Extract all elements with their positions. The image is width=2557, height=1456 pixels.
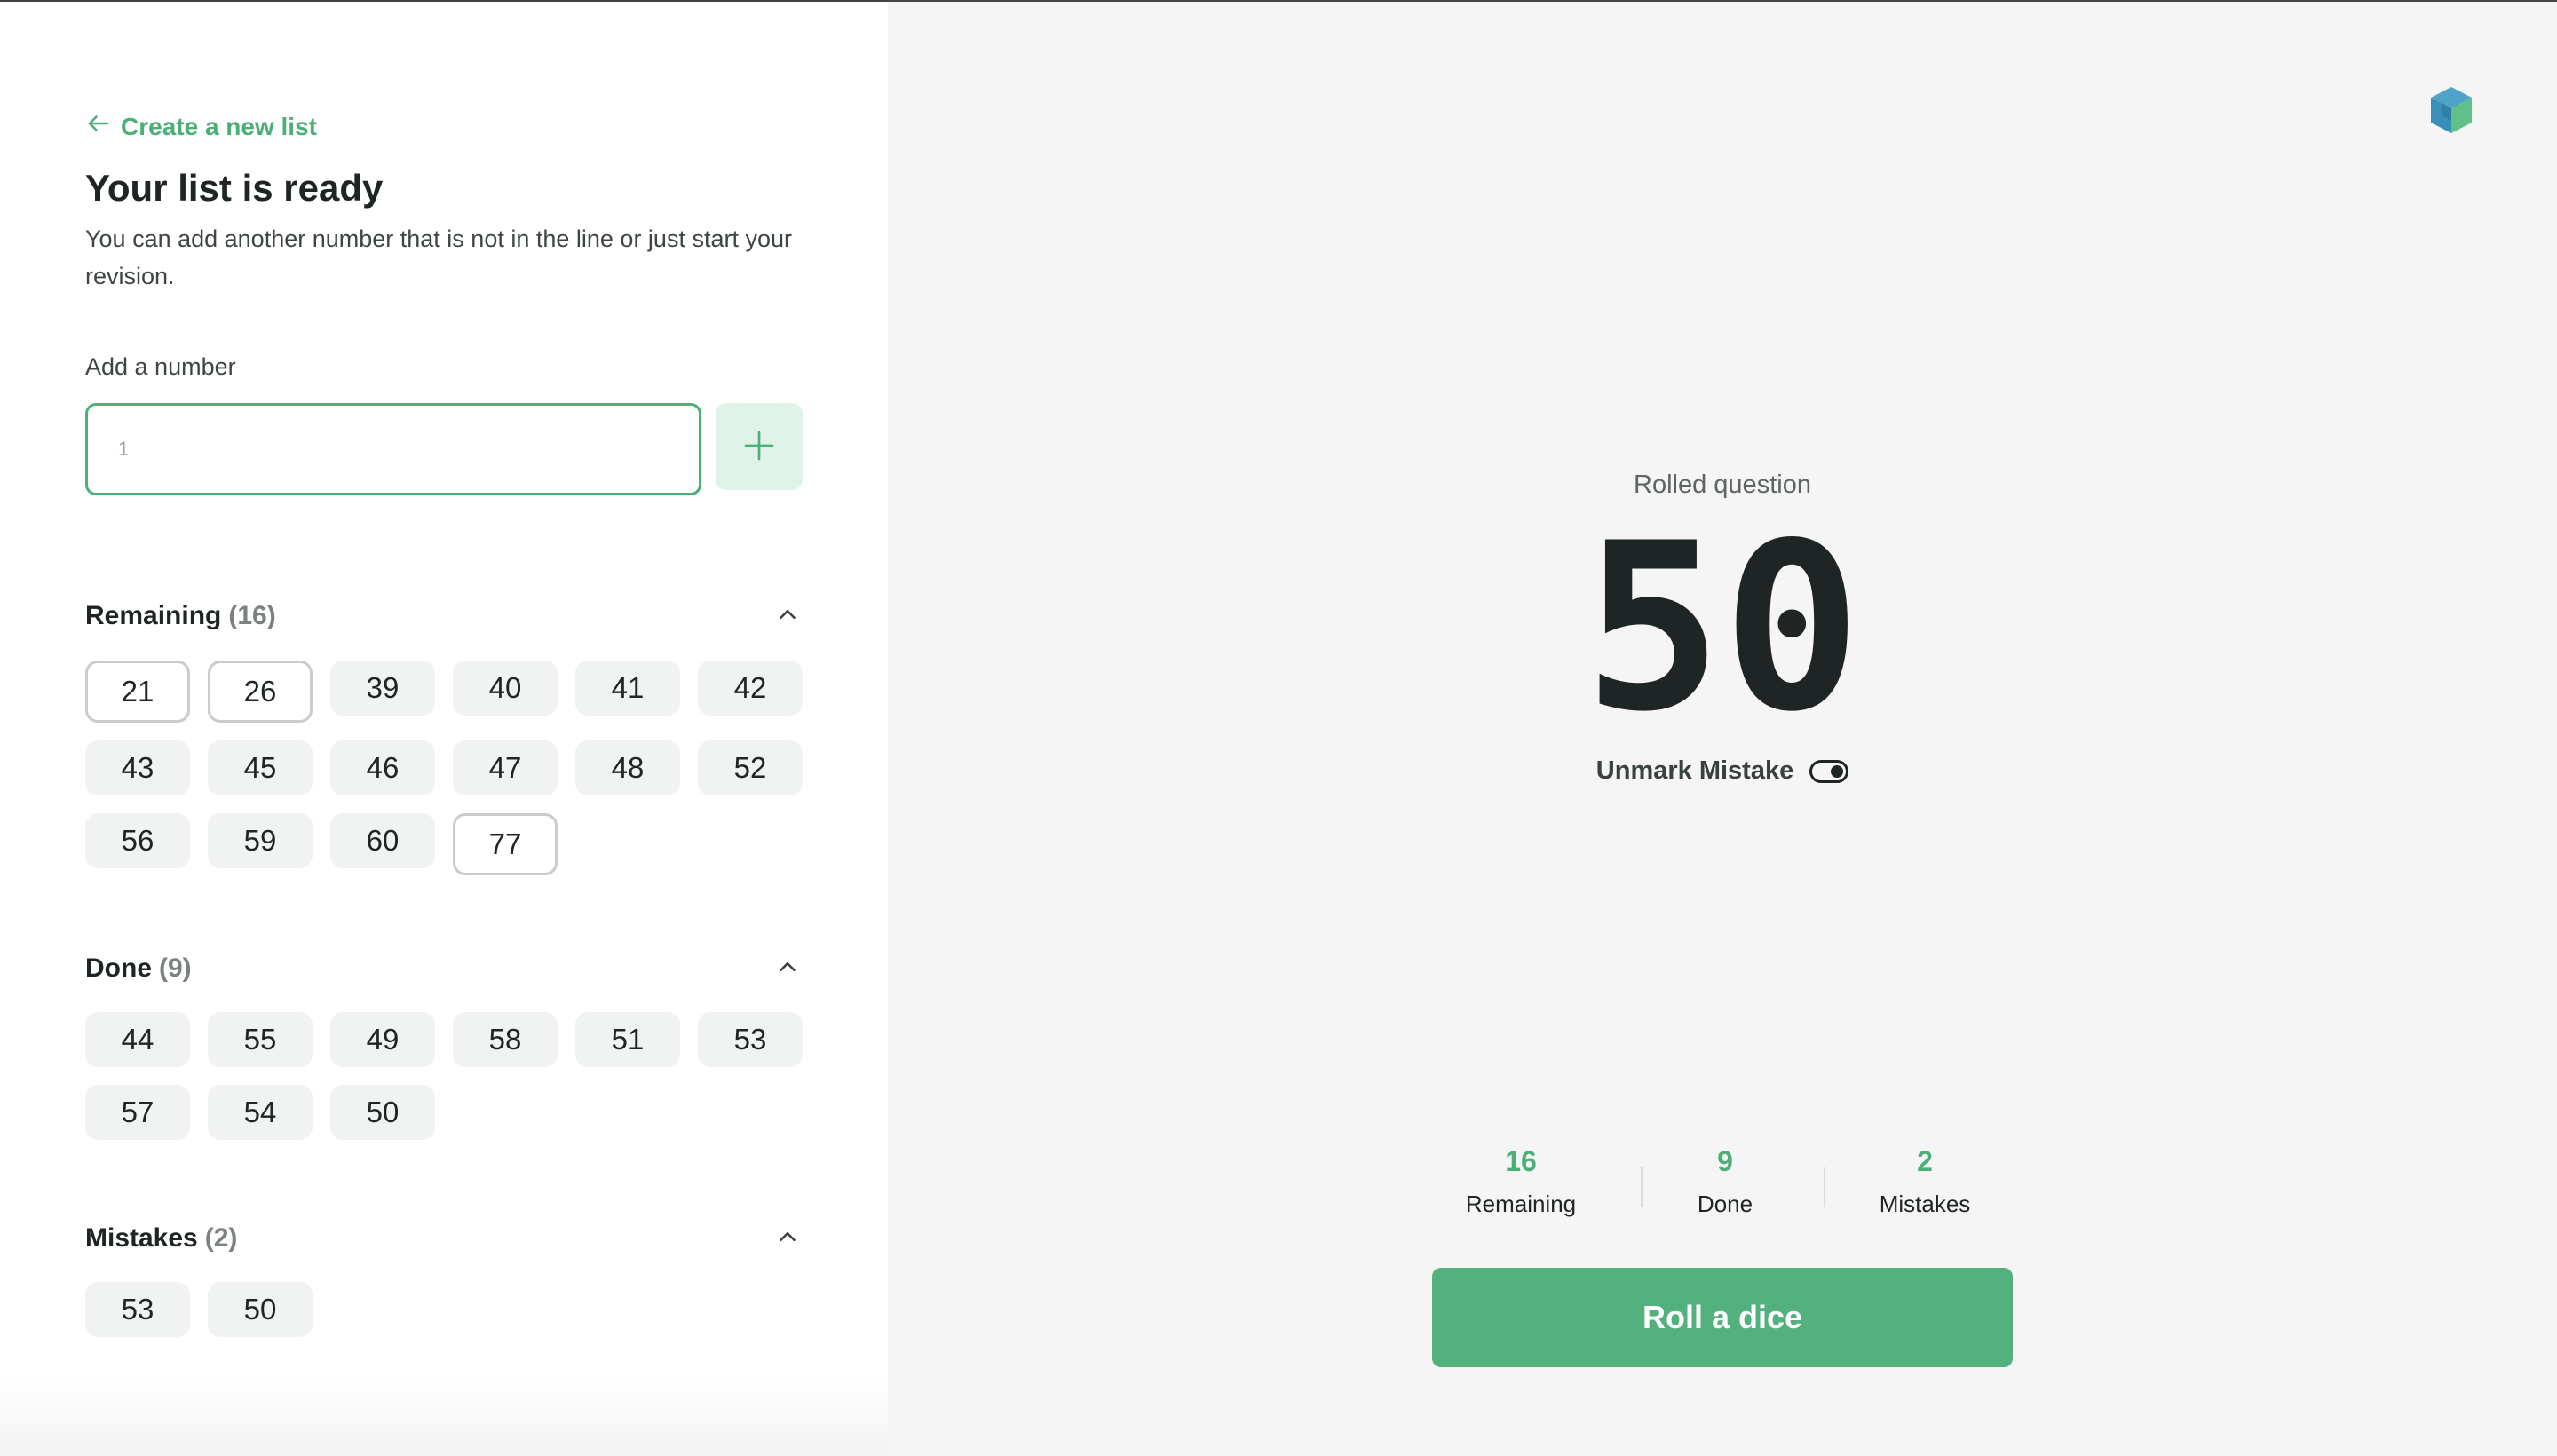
roll-dice-button[interactable]: Roll a dice: [1432, 1268, 2013, 1367]
remaining-chip[interactable]: 52: [698, 740, 803, 795]
mistakes-title: Mistakes: [85, 1223, 198, 1253]
arrow-left-icon: [85, 110, 112, 143]
remaining-chip[interactable]: 48: [575, 740, 680, 795]
remaining-chip[interactable]: 26: [208, 661, 313, 723]
stat-done: 9 Done: [1681, 1145, 1769, 1218]
done-chip[interactable]: 55: [208, 1012, 313, 1067]
mistakes-chip[interactable]: 50: [208, 1282, 313, 1337]
done-chip[interactable]: 58: [453, 1012, 558, 1067]
chevron-up-icon: [774, 954, 801, 985]
collapse-remaining-button[interactable]: [772, 601, 803, 631]
done-title: Done: [85, 954, 152, 983]
add-number-input[interactable]: [85, 403, 701, 495]
remaining-chip[interactable]: 77: [453, 813, 558, 875]
done-chip[interactable]: 54: [208, 1085, 313, 1140]
toggle-icon: [1809, 759, 1849, 783]
stat-mistakes: 2 Mistakes: [1858, 1145, 1991, 1218]
remaining-chip[interactable]: 47: [453, 740, 558, 795]
done-chip[interactable]: 49: [330, 1012, 435, 1067]
stat-remaining-label: Remaining: [1465, 1191, 1577, 1217]
remaining-chip[interactable]: 40: [453, 661, 558, 716]
unmark-mistake-label: Unmark Mistake: [1595, 756, 1794, 785]
stat-divider: [1641, 1167, 1643, 1207]
mistakes-chip[interactable]: 53: [85, 1282, 190, 1337]
collapse-mistakes-button[interactable]: [772, 1223, 803, 1254]
stat-remaining-value: 16: [1505, 1145, 1537, 1177]
remaining-chip[interactable]: 39: [330, 661, 435, 716]
unmark-mistake-toggle[interactable]: Unmark Mistake: [1545, 756, 1900, 786]
remaining-chip[interactable]: 60: [330, 813, 435, 868]
rolled-number: 50: [1583, 495, 1862, 763]
done-chip[interactable]: 57: [85, 1085, 190, 1140]
remaining-chip[interactable]: 45: [208, 740, 313, 795]
plus-icon: [741, 428, 777, 466]
done-list: 44 55 49 58 51 53 57 54 50: [85, 1012, 803, 1140]
done-section-header: Done (9): [85, 949, 803, 988]
list-panel: Create a new list Your list is ready You…: [0, 2, 888, 1456]
remaining-chip[interactable]: 59: [208, 813, 313, 868]
page-subtitle: You can add another number that is not i…: [85, 226, 792, 289]
done-chip[interactable]: 51: [575, 1012, 680, 1067]
remaining-chip[interactable]: 21: [85, 661, 190, 723]
mistakes-list: 53 50: [85, 1282, 803, 1337]
stat-mistakes-label: Mistakes: [1879, 1191, 1971, 1217]
done-chip[interactable]: 50: [330, 1085, 435, 1140]
cube-logo-icon: [2429, 85, 2474, 135]
add-number-label: Add a number: [85, 353, 236, 380]
remaining-chip[interactable]: 43: [85, 740, 190, 795]
stat-divider: [1824, 1167, 1825, 1207]
create-new-list-label: Create a new list: [121, 112, 317, 140]
done-chip[interactable]: 44: [85, 1012, 190, 1067]
remaining-chip[interactable]: 56: [85, 813, 190, 868]
remaining-count: (16): [228, 601, 276, 630]
page-title: Your list is ready: [85, 167, 384, 209]
remaining-section-header: Remaining (16): [85, 597, 803, 636]
remaining-chip[interactable]: 42: [698, 661, 803, 716]
done-count: (9): [159, 954, 192, 983]
stats-bar: 16 Remaining 9 Done 2 Mistakes: [1432, 1145, 2013, 1225]
done-chip[interactable]: 53: [698, 1012, 803, 1067]
mistakes-section-header: Mistakes (2): [85, 1219, 803, 1258]
chevron-up-icon: [774, 1223, 801, 1254]
remaining-title: Remaining: [85, 601, 222, 630]
stat-mistakes-value: 2: [1917, 1145, 1933, 1177]
stat-done-value: 9: [1717, 1145, 1733, 1177]
remaining-chip[interactable]: 41: [575, 661, 680, 716]
stat-done-label: Done: [1697, 1191, 1753, 1217]
remaining-list: 21 26 39 40 41 42 43 45 46 47 48 52 56 59 60 77: [85, 661, 803, 875]
stat-remaining: 16 Remaining: [1432, 1145, 1610, 1218]
create-new-list-link[interactable]: Create a new list: [85, 110, 317, 143]
chevron-up-icon: [774, 601, 801, 632]
scroll-fade: [0, 1376, 888, 1456]
mistakes-count: (2): [204, 1223, 238, 1253]
collapse-done-button[interactable]: [772, 954, 803, 984]
add-number-button[interactable]: [716, 403, 803, 490]
remaining-chip[interactable]: 46: [330, 740, 435, 795]
